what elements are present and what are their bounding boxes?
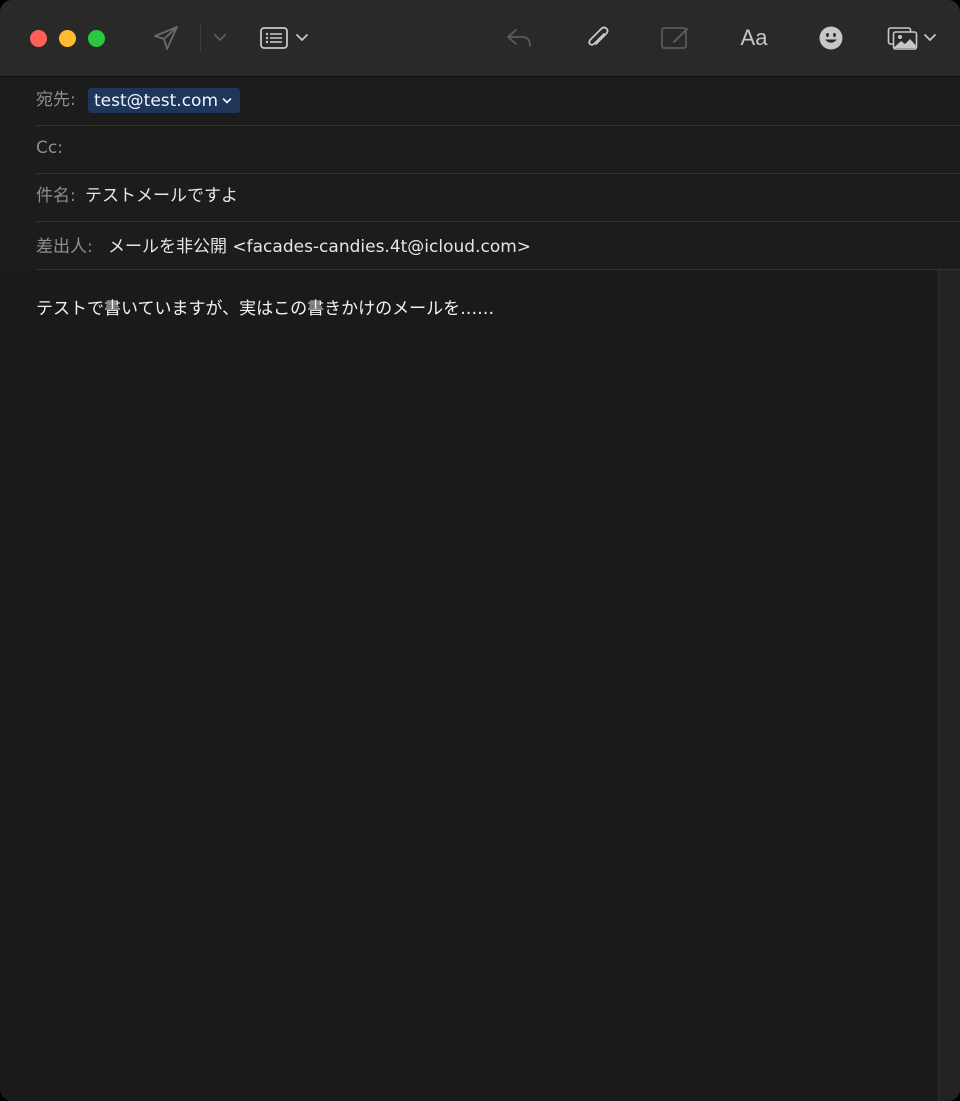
- emoji-icon: [819, 26, 843, 50]
- chevron-down-icon: [924, 34, 936, 42]
- photo-browser-button[interactable]: [884, 22, 940, 54]
- from-field[interactable]: メールを非公開 <facades-candies.4t@icloud.com>: [108, 236, 531, 258]
- subject-row[interactable]: 件名: テストメールですよ: [36, 173, 960, 222]
- cc-row[interactable]: Cc:: [36, 125, 960, 174]
- chevron-down-icon: [214, 34, 226, 42]
- maximize-window-button[interactable]: [88, 30, 105, 47]
- send-button[interactable]: [150, 22, 182, 54]
- cc-label: Cc:: [36, 138, 63, 158]
- from-row[interactable]: 差出人: メールを非公開 <facades-candies.4t@icloud.…: [36, 221, 960, 270]
- subject-field[interactable]: テストメールですよ: [85, 185, 238, 207]
- toolbar: Aa: [0, 0, 960, 77]
- from-label: 差出人:: [36, 237, 93, 257]
- minimize-window-button[interactable]: [59, 30, 76, 47]
- attachment-icon: [588, 26, 609, 46]
- scrollbar[interactable]: [938, 270, 960, 1101]
- recipient-token[interactable]: test@test.com: [88, 88, 241, 113]
- reply-button[interactable]: [502, 22, 536, 54]
- chevron-down-icon: [296, 34, 308, 42]
- attach-button[interactable]: [582, 22, 614, 54]
- emoji-button[interactable]: [816, 22, 846, 54]
- subject-label: 件名:: [36, 186, 76, 206]
- send-icon: [154, 26, 178, 50]
- markup-button[interactable]: [658, 22, 692, 54]
- header-fields-button[interactable]: [256, 22, 312, 54]
- recipient-address: test@test.com: [94, 90, 219, 111]
- photo-browser-icon: [887, 27, 918, 50]
- message-body-text[interactable]: テストで書いていますが、実はこの書きかけのメールを……: [36, 294, 494, 319]
- format-button[interactable]: Aa: [734, 22, 774, 54]
- markup-icon: [661, 27, 688, 49]
- header-fields-icon: [260, 27, 288, 49]
- close-window-button[interactable]: [30, 30, 47, 47]
- format-label: Aa: [740, 25, 768, 50]
- to-label: 宛先:: [36, 90, 76, 110]
- to-row[interactable]: 宛先: test@test.com: [36, 77, 960, 126]
- message-body[interactable]: テストで書いていますが、実はこの書きかけのメールを……: [0, 270, 938, 1101]
- reply-icon: [507, 29, 531, 47]
- compose-window: Aa 宛先: test@test.com Cc: 件名: テストメールですよ 差…: [0, 0, 960, 1101]
- chevron-down-icon: [222, 97, 232, 104]
- toolbar-separator: [200, 24, 201, 52]
- send-options-button[interactable]: [210, 28, 230, 48]
